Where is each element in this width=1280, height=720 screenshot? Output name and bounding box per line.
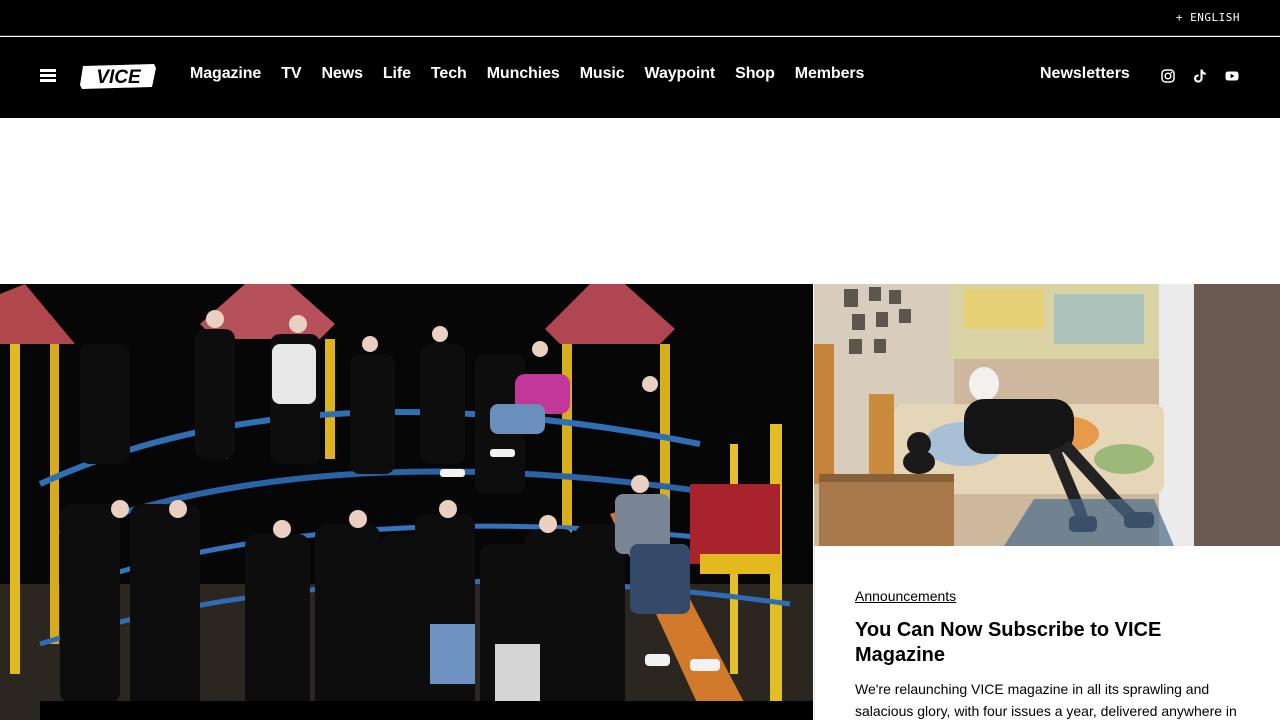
hero-image-playground[interactable] [0, 284, 813, 720]
ad-space [0, 118, 1280, 284]
feature-headline[interactable]: You Can Now Subscribe to VICE Magazine [855, 618, 1255, 668]
feature-dek: We're relaunching VICE magazine in all i… [855, 681, 1237, 719]
logo-text: VICE [96, 67, 142, 88]
nav-link-news[interactable]: News [321, 65, 363, 83]
playground-photo [0, 284, 813, 720]
tiktok-icon[interactable] [1192, 68, 1208, 84]
nav-link-music[interactable]: Music [580, 65, 625, 83]
instagram-icon[interactable] [1160, 68, 1176, 84]
bedroom-photo [814, 284, 1280, 546]
vice-logo[interactable]: VICE [80, 63, 157, 90]
category-link[interactable]: Announcements [855, 588, 956, 604]
nav-link-life[interactable]: Life [383, 65, 411, 83]
nav-link-waypoint[interactable]: Waypoint [645, 65, 716, 83]
nav-link-shop[interactable]: Shop [735, 65, 775, 83]
nav-link-tv[interactable]: TV [281, 65, 301, 83]
hero-caption-bar [40, 701, 813, 720]
main-nav: VICE Magazine TV News Life Tech Munchies… [0, 37, 1280, 118]
feature-card-image[interactable] [814, 284, 1280, 546]
feature-card: Announcements You Can Now Subscribe to V… [814, 546, 1280, 720]
utility-bar: + ENGLISH [0, 0, 1280, 36]
youtube-icon[interactable] [1224, 68, 1240, 84]
nav-link-tech[interactable]: Tech [431, 65, 467, 83]
nav-links: Magazine TV News Life Tech Munchies Musi… [190, 65, 884, 83]
language-switcher[interactable]: + ENGLISH [1176, 11, 1240, 24]
nav-link-magazine[interactable]: Magazine [190, 65, 261, 83]
newsletters-link[interactable]: Newsletters [1040, 65, 1130, 83]
nav-link-members[interactable]: Members [795, 65, 865, 83]
menu-icon[interactable] [40, 69, 56, 82]
nav-link-munchies[interactable]: Munchies [487, 65, 560, 83]
